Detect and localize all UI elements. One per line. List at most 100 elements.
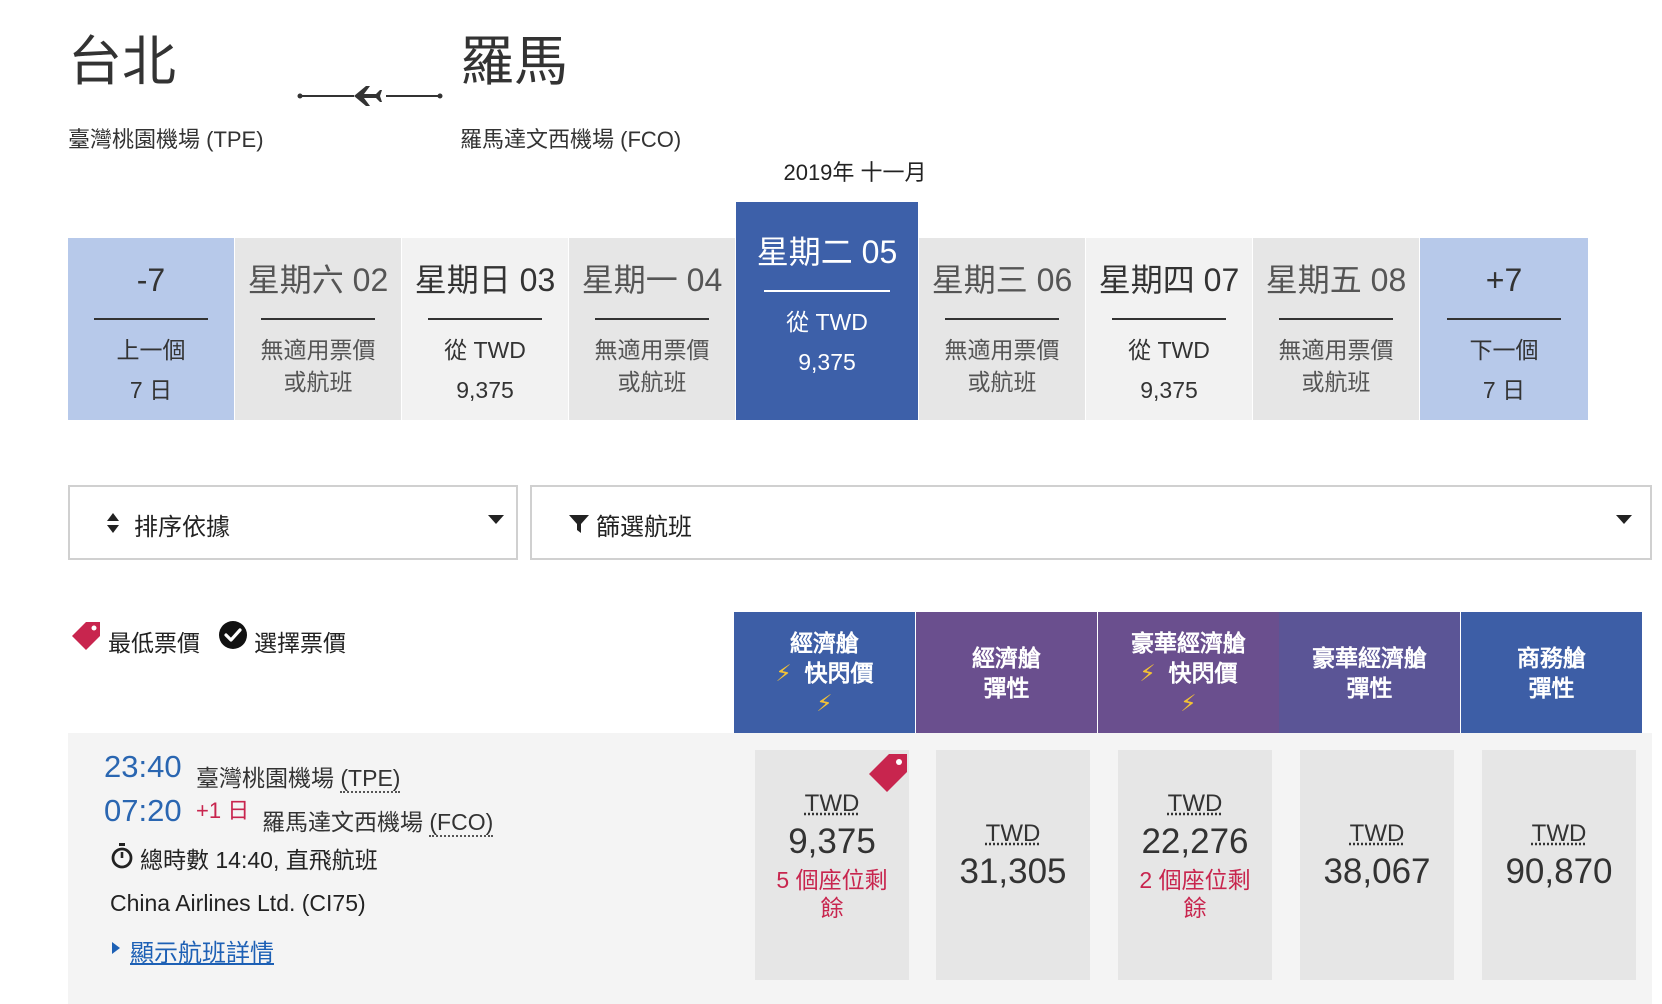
fare-header-type: 快閃價 — [1168, 659, 1238, 686]
seats-remaining: 5 個座位剩餘 — [776, 867, 888, 921]
date-label: 星期四 07 — [1098, 262, 1240, 298]
lightning-icon: ⚡ — [1139, 659, 1156, 686]
divider — [1447, 318, 1561, 320]
date-price-prefix: 從 TWD — [1128, 337, 1210, 363]
fare-amount: 22,276 — [1141, 822, 1249, 861]
origin-airport: 臺灣桃園機場 (TPE) — [68, 127, 264, 152]
next-week-text: 下一個 — [1469, 337, 1539, 363]
fare-header-economy-flash: 經濟艙 ⚡ 快閃價 ⚡ — [734, 612, 915, 733]
destination-airport: 羅馬達文西機場 (FCO) — [460, 127, 682, 152]
arrive-airport: 羅馬達文西機場 (FCO) — [262, 803, 494, 837]
divider — [428, 318, 542, 320]
fare-amount: 90,870 — [1505, 852, 1613, 891]
date-cell-sat-02[interactable]: 星期六 02 無適用票價 或航班 — [235, 238, 401, 420]
fare-header-business-flex: 商務艙 彈性 — [1461, 612, 1642, 733]
fare-currency: TWD — [1167, 790, 1223, 817]
date-status: 無適用票價 — [260, 337, 376, 363]
date-cell-mon-04[interactable]: 星期一 04 無適用票價 或航班 — [569, 238, 735, 420]
calendar-month: 2019年 十一月 — [783, 160, 927, 185]
date-status-2: 或航班 — [1301, 369, 1371, 395]
depart-airport-name: 臺灣桃園機場 — [196, 765, 334, 791]
sort-label: 排序依據 — [134, 514, 230, 541]
fare-currency: TWD — [1349, 820, 1405, 847]
date-label: 星期二 05 — [756, 234, 898, 270]
divider — [261, 318, 375, 320]
chevron-down-icon — [1616, 515, 1632, 524]
filter-dropdown[interactable]: 篩選航班 — [530, 485, 1652, 560]
arrive-airport-code[interactable]: (FCO) — [429, 809, 494, 837]
prev-week-text: 上一個 — [116, 337, 186, 363]
fare-amount: 38,067 — [1323, 852, 1431, 891]
date-status: 無適用票價 — [1278, 337, 1394, 363]
route-header: 台北 臺灣桃園機場 (TPE) 羅馬 羅馬達文西機場 (FCO) — [68, 30, 828, 152]
fare-header-class: 經濟艙 — [972, 644, 1041, 671]
fare-amount: 9,375 — [788, 822, 876, 861]
date-cell-sun-03[interactable]: 星期日 03 從 TWD 9,375 — [402, 238, 568, 420]
fare-cell-economy-flash[interactable]: TWD 9,375 5 個座位剩餘 — [755, 750, 909, 980]
arrive-airport-name: 羅馬達文西機場 — [262, 809, 423, 835]
date-cell-wed-06[interactable]: 星期三 06 無適用票價 或航班 — [919, 238, 1085, 420]
arrive-time: 07:20 — [104, 793, 182, 828]
prev-week-days: 7 日 — [129, 377, 173, 403]
date-label: 星期一 04 — [581, 262, 723, 298]
fare-cell-premium-flash[interactable]: TWD 22,276 2 個座位剩餘 — [1118, 750, 1272, 980]
fare-header-class: 商務艙 — [1517, 644, 1586, 671]
legend-selected-label: 選擇票價 — [254, 630, 346, 656]
next-week-days: 7 日 — [1482, 377, 1526, 403]
divider — [945, 318, 1059, 320]
fare-header-type: 彈性 — [1528, 674, 1575, 701]
next-week-label: +7 — [1485, 262, 1523, 298]
flight-carrier: China Airlines Ltd. (CI75) — [110, 890, 366, 916]
origin-city: 台北 — [68, 32, 176, 92]
date-label: 星期三 06 — [931, 262, 1073, 298]
chevron-down-icon — [488, 515, 504, 524]
flight-duration: 總時數 14:40, 直飛航班 — [140, 847, 378, 873]
fare-header-class: 豪華經濟艙 — [1312, 644, 1427, 671]
stopwatch-icon — [111, 843, 133, 869]
divider — [1112, 318, 1226, 320]
show-flight-details-link[interactable]: 顯示航班詳情 — [130, 933, 274, 968]
date-cell-fri-08[interactable]: 星期五 08 無適用票價 或航班 — [1253, 238, 1419, 420]
divider — [764, 290, 890, 292]
date-price-prefix: 從 TWD — [786, 309, 868, 335]
fare-currency: TWD — [985, 820, 1041, 847]
sort-dropdown[interactable]: 排序依據 — [68, 485, 518, 560]
divider — [595, 318, 709, 320]
date-price: 9,375 — [798, 349, 856, 375]
prev-week-button[interactable]: -7 上一個 7 日 — [68, 238, 234, 420]
airplane-icon — [297, 86, 443, 106]
date-label: 星期日 03 — [414, 262, 556, 298]
divider — [94, 318, 208, 320]
fare-header-class: 經濟艙 — [790, 629, 859, 656]
date-cell-thu-07[interactable]: 星期四 07 從 TWD 9,375 — [1086, 238, 1252, 420]
date-label: 星期五 08 — [1265, 262, 1407, 298]
price-tag-icon — [72, 622, 100, 650]
fare-cell-business-flex[interactable]: TWD 90,870 — [1482, 750, 1636, 980]
next-week-button[interactable]: +7 下一個 7 日 — [1420, 238, 1588, 420]
sort-arrows-icon — [107, 513, 119, 533]
seats-remaining: 2 個座位剩餘 — [1139, 867, 1251, 921]
depart-airport: 臺灣桃園機場 (TPE) — [196, 759, 401, 793]
destination-city: 羅馬 — [460, 32, 568, 92]
lightning-icon: ⚡ — [816, 689, 833, 716]
date-price-prefix: 從 TWD — [444, 337, 526, 363]
date-status-2: 或航班 — [967, 369, 1037, 395]
fare-header-economy-flex: 經濟艙 彈性 — [916, 612, 1097, 733]
fare-header-type: 彈性 — [983, 674, 1030, 701]
date-status-2: 或航班 — [617, 369, 687, 395]
depart-time: 23:40 — [104, 749, 182, 784]
fare-header-premium-flex: 豪華經濟艙 彈性 — [1279, 612, 1460, 733]
fare-header-type: 快閃價 — [804, 659, 874, 686]
legend-lowest-label: 最低票價 — [108, 630, 200, 656]
prev-week-label: -7 — [136, 262, 166, 298]
date-label: 星期六 02 — [247, 262, 389, 298]
fare-cell-economy-flex[interactable]: TWD 31,305 — [936, 750, 1090, 980]
price-tag-icon — [869, 754, 907, 792]
date-strip: -7 上一個 7 日 星期六 02 無適用票價 或航班 星期日 03 從 TWD… — [68, 202, 1648, 420]
filter-label: 篩選航班 — [596, 514, 692, 541]
depart-airport-code[interactable]: (TPE) — [340, 765, 401, 793]
date-cell-tue-05-selected[interactable]: 星期二 05 從 TWD 9,375 — [736, 202, 918, 420]
check-circle-icon — [219, 621, 247, 649]
date-status: 無適用票價 — [594, 337, 710, 363]
fare-cell-premium-flex[interactable]: TWD 38,067 — [1300, 750, 1454, 980]
